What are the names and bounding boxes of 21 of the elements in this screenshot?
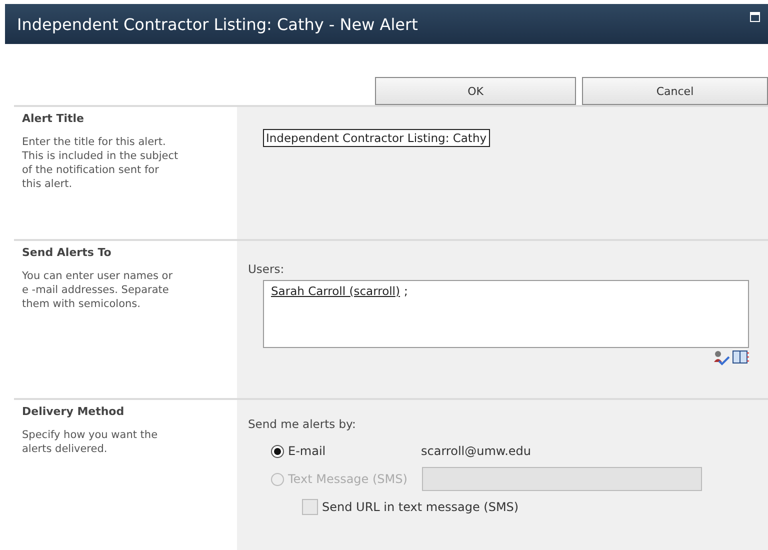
check-names-icon[interactable] <box>713 350 730 366</box>
field-label: Send me alerts by: <box>248 417 357 431</box>
field-label: Users: <box>248 262 286 276</box>
section-heading: Send Alerts To <box>22 246 112 259</box>
radio-option[interactable]: E-mail <box>271 444 421 458</box>
user-link[interactable]: Sarah Carroll (scarroll) <box>271 284 400 298</box>
section-description: Specify how you want the alerts delivered. <box>22 428 159 456</box>
window-title: Independent Contractor Listing: Cathy - New Alert <box>17 14 418 34</box>
title-input-field[interactable]: Independent Contractor Listing: Cathy <box>263 129 490 147</box>
email-address: scarroll@umw.edu <box>421 444 532 458</box>
section-heading: Alert Title <box>22 112 86 125</box>
users-input-field[interactable]: Sarah Carroll (scarroll) ; <box>263 280 749 348</box>
maximize-icon[interactable] <box>750 12 760 22</box>
separator-text: ; <box>404 284 408 298</box>
address-book-icon[interactable] <box>732 350 749 364</box>
phone-number-field[interactable] <box>422 467 702 491</box>
dialog-button[interactable]: Cancel <box>582 77 768 105</box>
dialog-button[interactable]: OK <box>375 77 576 105</box>
section-description: You can enter user names or e -mail addresses. Separate them with semicolons. <box>22 269 174 311</box>
section-heading: Delivery Method <box>22 405 126 418</box>
section-description: Enter the title for this alert. This is included in the subject of the notification sent for this alert. <box>22 135 180 191</box>
